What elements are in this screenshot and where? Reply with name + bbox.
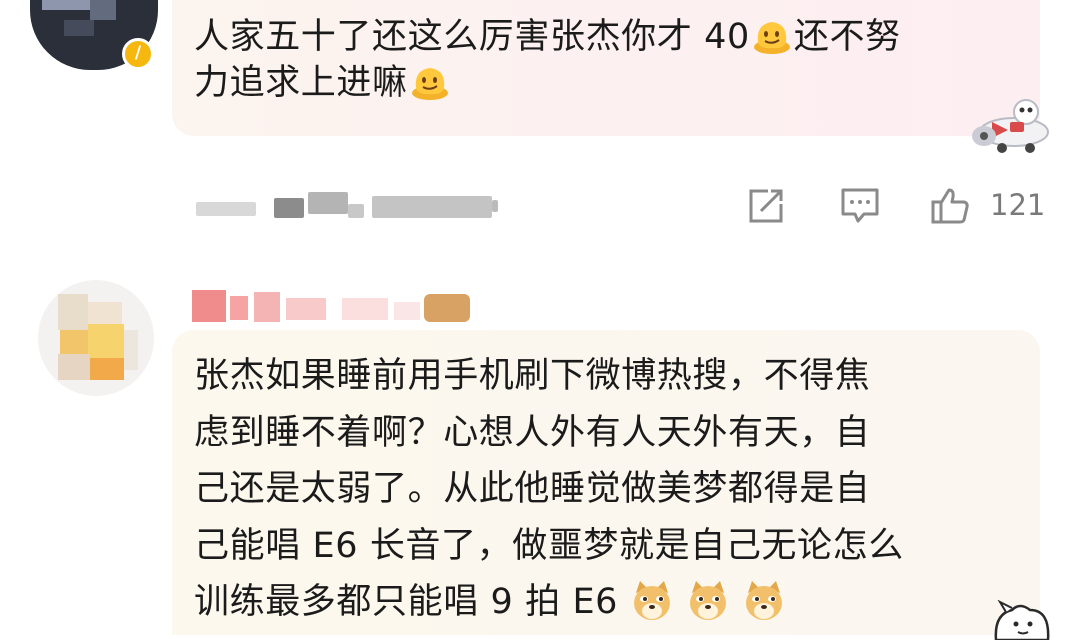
comment-text: 人家五十了还这么厉害张杰你才 40 还不努 力追求上进嘛 bbox=[194, 14, 1034, 106]
doge-emoji bbox=[634, 581, 671, 620]
melting-face-emoji bbox=[411, 68, 448, 100]
comment-text-line: 还不努 bbox=[793, 17, 901, 57]
comment-text: 张杰如果睡前用手机刷下微博热搜，不得焦 虑到睡不着啊？心想人外有人天外有天，自 … bbox=[194, 348, 1024, 631]
thumbs-up-icon[interactable] bbox=[930, 186, 970, 226]
dog-sticker-icon bbox=[994, 600, 1050, 640]
share-icon[interactable] bbox=[746, 186, 786, 226]
melting-face-emoji bbox=[753, 22, 790, 54]
comment-text-line: 张杰如果睡前用手机刷下微博热搜，不得焦 bbox=[194, 356, 871, 396]
verified-badge-icon: / bbox=[122, 38, 154, 70]
username-blurred[interactable] bbox=[192, 288, 492, 328]
comment-text-line: 虑到睡不着啊？心想人外有人天外有天，自 bbox=[194, 412, 871, 453]
doge-emoji bbox=[690, 581, 727, 620]
comment-text-line: 人家五十了还这么厉害张杰你才 40 bbox=[194, 17, 750, 57]
comment-text-line: 力追求上进嘛 bbox=[194, 63, 408, 103]
airplane-sticker-icon bbox=[972, 99, 1049, 153]
comment-text-line: 己能唱 E6 长音了，做噩梦就是自己无论怎么 bbox=[194, 525, 904, 566]
comment-text-line: 己还是太弱了。从此他睡觉做美梦都得是自 bbox=[194, 469, 871, 509]
comment-text-line: 训练最多都只能唱 9 拍 E6 bbox=[194, 582, 619, 622]
comment-meta-blurred bbox=[196, 188, 536, 222]
doge-emoji bbox=[746, 581, 783, 620]
comment-icon[interactable] bbox=[840, 186, 880, 226]
like-count: 121 bbox=[990, 188, 1046, 222]
commenter-avatar[interactable] bbox=[38, 280, 154, 396]
